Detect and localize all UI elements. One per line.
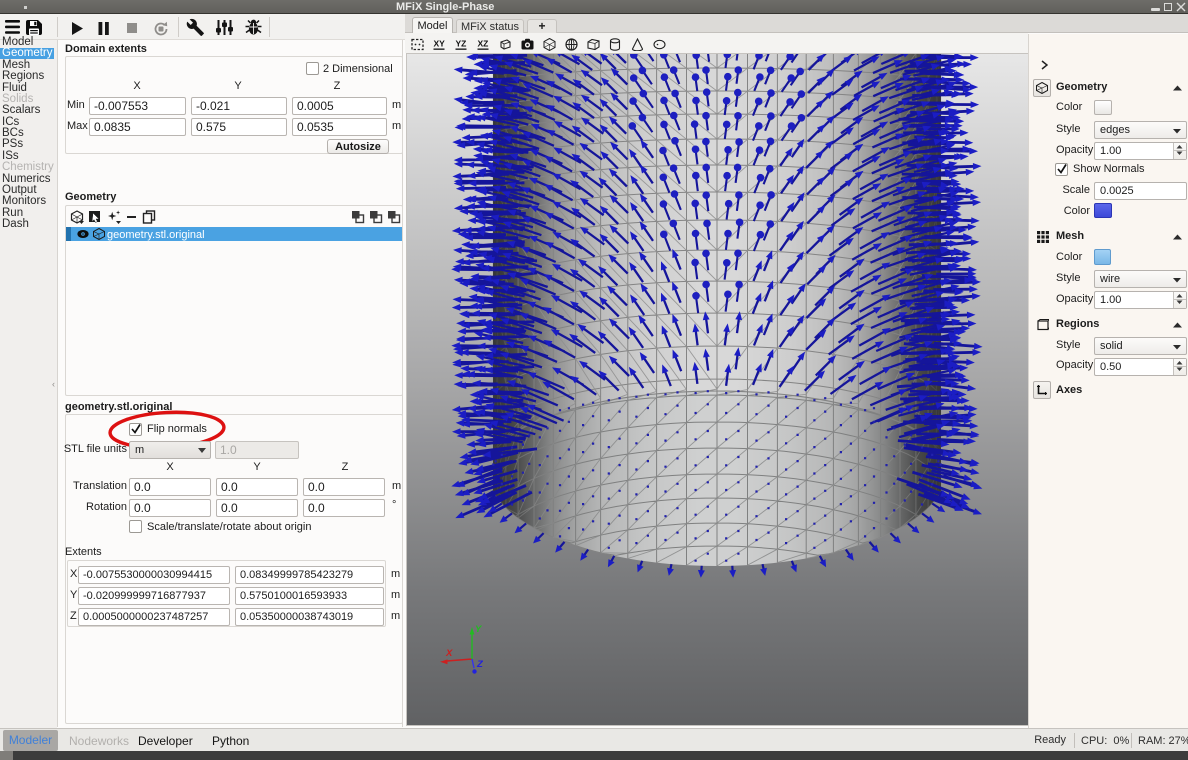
svg-text:XZ: XZ — [478, 39, 489, 49]
svg-text:X: X — [445, 648, 453, 659]
svg-text:Z: Z — [476, 659, 484, 670]
svg-text:XY: XY — [434, 39, 446, 49]
svg-text:YZ: YZ — [456, 39, 467, 49]
